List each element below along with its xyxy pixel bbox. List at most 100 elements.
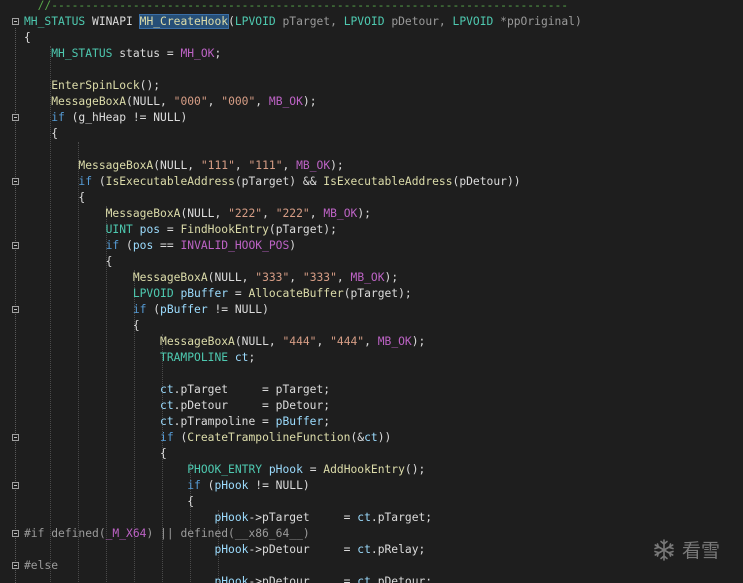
code-token: PHOOK_ENTRY: [187, 463, 263, 476]
code-line[interactable]: if (pBuffer != NULL): [0, 302, 743, 318]
code-line[interactable]: [0, 142, 743, 158]
code-token: MessageBoxA: [160, 335, 235, 348]
code-token: );: [330, 159, 344, 172]
code-token: {: [24, 319, 140, 332]
code-token: #else: [24, 559, 59, 572]
code-line[interactable]: if (g_hHeap != NULL): [0, 110, 743, 126]
fold-toggle-icon[interactable]: [12, 562, 19, 569]
code-text: {: [24, 30, 31, 46]
code-token: pos: [132, 239, 154, 252]
code-token: =: [302, 463, 324, 476]
code-token: IsExecutableAddress: [323, 175, 453, 188]
fold-toggle-icon[interactable]: [12, 18, 19, 25]
code-line[interactable]: {: [0, 318, 743, 334]
code-line[interactable]: MessageBoxA(NULL, "444", "444", MB_OK);: [0, 334, 743, 350]
code-line[interactable]: #else: [0, 558, 743, 574]
code-line[interactable]: if (CreateTrampolineFunction(&ct)): [0, 430, 743, 446]
fold-toggle-icon[interactable]: [12, 306, 19, 313]
code-text: ct.pTarget = pTarget;: [24, 382, 330, 398]
code-token: (pTarget);: [343, 287, 412, 300]
fold-toggle-icon[interactable]: [12, 114, 19, 121]
code-token: UINT: [105, 223, 133, 236]
code-token: =: [228, 287, 249, 300]
code-token: "333": [302, 271, 337, 284]
code-text: ct.pDetour = pDetour;: [24, 398, 330, 414]
code-token: "000": [173, 95, 208, 108]
code-token: .pDetour = pDetour;: [173, 399, 331, 412]
code-line[interactable]: pHook->pDetour = ct.pRelay;: [0, 542, 743, 558]
code-line[interactable]: PHOOK_ENTRY pHook = AddHookEntry();: [0, 462, 743, 478]
code-text: LPVOID pBuffer = AllocateBuffer(pTarget)…: [24, 286, 412, 302]
code-text: TRAMPOLINE ct;: [24, 350, 255, 366]
code-token: ;: [214, 47, 222, 60]
code-token: ct: [160, 383, 174, 396]
code-line[interactable]: {: [0, 446, 743, 462]
code-line[interactable]: [0, 62, 743, 78]
code-line[interactable]: if (pos == INVALID_HOOK_POS): [0, 238, 743, 254]
fold-toggle-icon[interactable]: [12, 242, 19, 249]
code-line[interactable]: ct.pTrampoline = pBuffer;: [0, 414, 743, 430]
fold-toggle-icon[interactable]: [12, 482, 19, 489]
code-line[interactable]: EnterSpinLock();: [0, 78, 743, 94]
code-token: ct: [357, 511, 371, 524]
code-text: {: [24, 126, 58, 142]
code-line[interactable]: {: [0, 30, 743, 46]
code-token: );: [384, 271, 399, 284]
code-token: CreateTrampolineFunction: [187, 431, 351, 444]
code-token: .pTarget;: [370, 511, 433, 524]
code-token: (: [173, 431, 188, 444]
code-line[interactable]: MessageBoxA(NULL, "222", "222", MB_OK);: [0, 206, 743, 222]
code-line[interactable]: #if defined(_M_X64) || defined(__x86_64_…: [0, 526, 743, 542]
code-token: LPVOID: [132, 287, 174, 300]
code-token: ();: [404, 463, 426, 476]
code-token: LPVOID: [452, 15, 494, 28]
code-token: (&: [350, 431, 365, 444]
code-text: if (CreateTrampolineFunction(&ct)): [24, 430, 391, 446]
code-token: ,: [289, 271, 303, 284]
code-token: "111": [200, 159, 235, 172]
code-token: pos: [139, 223, 161, 236]
code-line[interactable]: {: [0, 494, 743, 510]
code-line[interactable]: MessageBoxA(NULL, "000", "000", MB_OK);: [0, 94, 743, 110]
code-line[interactable]: ct.pDetour = pDetour;: [0, 398, 743, 414]
code-editor[interactable]: //--------------------------------------…: [0, 0, 743, 583]
code-token: ();: [139, 79, 161, 92]
code-token: );: [302, 95, 317, 108]
code-line[interactable]: MessageBoxA(NULL, "111", "111", MB_OK);: [0, 158, 743, 174]
code-line[interactable]: [0, 366, 743, 382]
code-token: (: [200, 479, 215, 492]
code-line[interactable]: LPVOID pBuffer = AllocateBuffer(pTarget)…: [0, 286, 743, 302]
fold-toggle-icon[interactable]: [12, 434, 19, 441]
code-line[interactable]: {: [0, 254, 743, 270]
code-line[interactable]: {: [0, 190, 743, 206]
code-text: {: [24, 254, 113, 270]
code-line[interactable]: {: [0, 126, 743, 142]
code-line[interactable]: ct.pTarget = pTarget;: [0, 382, 743, 398]
code-token: ,: [309, 207, 324, 220]
code-token: (: [146, 303, 161, 316]
code-token: =: [160, 223, 181, 236]
fold-toggle-icon[interactable]: [12, 530, 19, 537]
code-line[interactable]: //--------------------------------------…: [0, 0, 743, 14]
code-line[interactable]: MH_STATUS status = MH_OK;: [0, 46, 743, 62]
code-line[interactable]: MH_STATUS WINAPI MH_CreateHook(LPVOID pT…: [0, 14, 743, 30]
code-line[interactable]: if (pHook != NULL): [0, 478, 743, 494]
code-line[interactable]: pHook->pDetour = ct.pDetour;: [0, 574, 743, 583]
selected-identifier: MH_CreateHook: [138, 14, 230, 29]
code-token: MH_STATUS: [51, 47, 113, 60]
code-line[interactable]: pHook->pTarget = ct.pTarget;: [0, 510, 743, 526]
code-line[interactable]: TRAMPOLINE ct;: [0, 350, 743, 366]
fold-toggle-icon[interactable]: [12, 178, 19, 185]
code-line[interactable]: UINT pos = FindHookEntry(pTarget);: [0, 222, 743, 238]
code-token: ,: [207, 95, 222, 108]
code-line[interactable]: MessageBoxA(NULL, "333", "333", MB_OK);: [0, 270, 743, 286]
code-text: if (pBuffer != NULL): [24, 302, 269, 318]
code-line[interactable]: if (IsExecutableAddress(pTarget) && IsEx…: [0, 174, 743, 190]
